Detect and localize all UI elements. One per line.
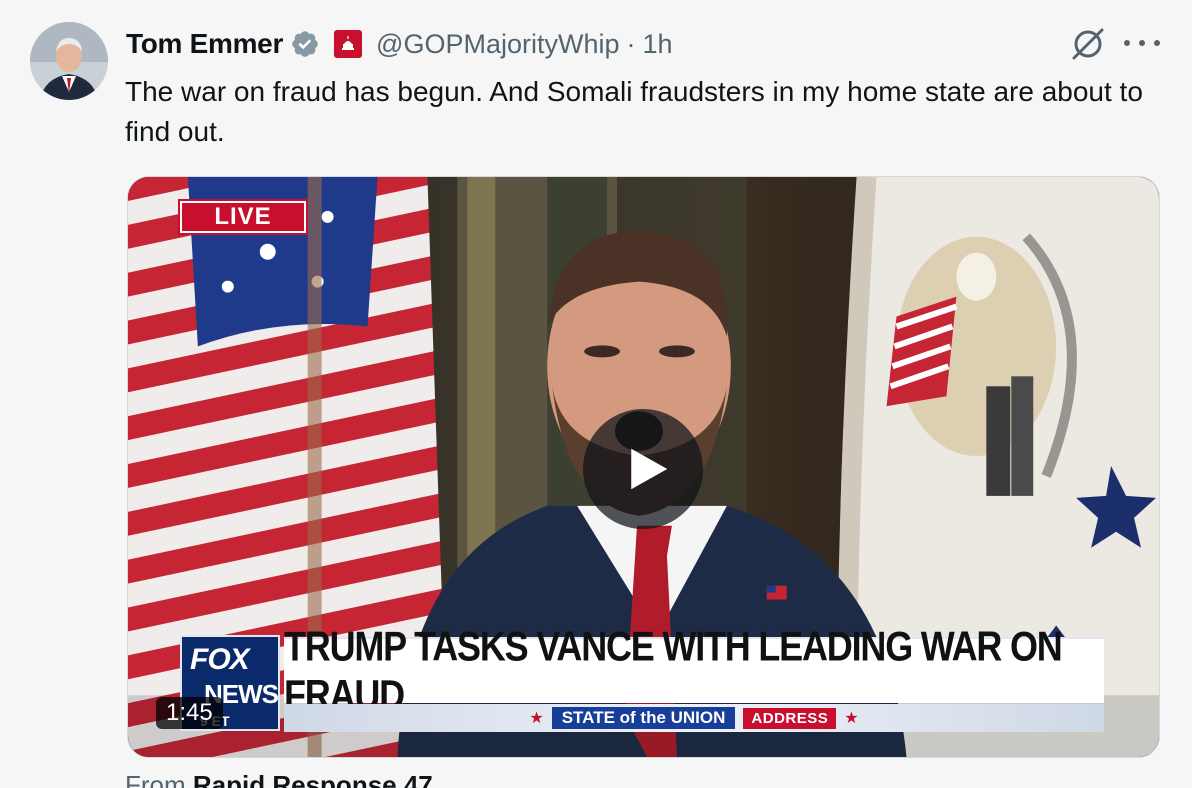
author-display-name[interactable]: Tom Emmer xyxy=(126,28,283,60)
fox-logo-text: FOX xyxy=(190,643,250,676)
author-handle[interactable]: @GOPMajorityWhip xyxy=(376,29,619,60)
sotu-label: STATE of the UNION xyxy=(551,707,736,729)
dot-icon xyxy=(1154,40,1160,46)
video-player[interactable]: LIVE FOX NEWS 9 ET TRUMP TASKS VANCE WIT… xyxy=(127,176,1160,758)
address-label: ADDRESS xyxy=(743,707,837,729)
news-chyron: TRUMP TASKS VANCE WITH LEADING WAR ON FR… xyxy=(284,623,1104,718)
event-banner: ★ STATE of the UNION ADDRESS ★ xyxy=(284,704,1104,732)
live-badge: LIVE xyxy=(178,199,308,235)
dot-icon xyxy=(1124,40,1130,46)
play-icon xyxy=(631,448,668,490)
play-button[interactable] xyxy=(583,409,703,529)
video-duration: 1:45 xyxy=(156,697,223,729)
from-source[interactable]: Rapid Response 47 xyxy=(193,770,433,788)
more-options-icon[interactable] xyxy=(1124,30,1160,56)
separator-dot: · xyxy=(626,28,636,59)
capitol-badge-icon[interactable] xyxy=(334,30,363,58)
star-icon: ★ xyxy=(529,710,544,727)
from-prefix: From xyxy=(125,770,186,788)
verified-badge-icon[interactable] xyxy=(290,29,320,59)
from-attribution[interactable]: From Rapid Response 47 xyxy=(125,770,433,788)
tweet-timestamp[interactable]: 1h xyxy=(643,29,673,60)
grok-icon[interactable] xyxy=(1068,24,1108,64)
dot-icon xyxy=(1139,40,1145,46)
tweet-text: The war on fraud has begun. And Somali f… xyxy=(125,76,1143,147)
tweet-header: Tom Emmer @GOPMajorityWhip · 1h xyxy=(126,25,673,63)
author-avatar[interactable] xyxy=(30,22,108,100)
star-icon: ★ xyxy=(844,710,859,727)
